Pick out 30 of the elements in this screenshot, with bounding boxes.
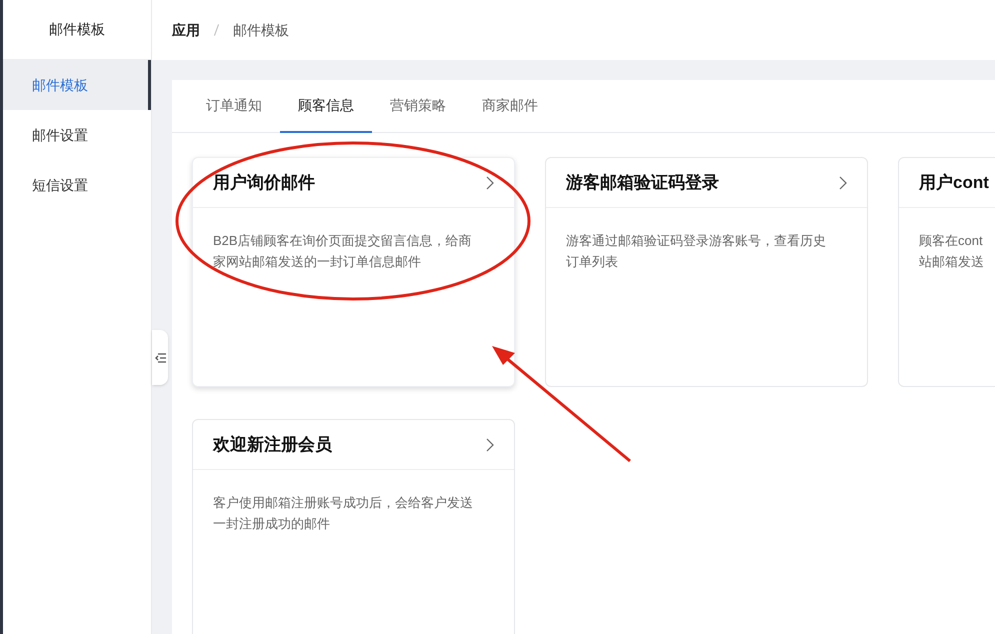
card-title: 用户询价邮件 <box>213 172 315 194</box>
chevron-right-icon <box>486 176 494 190</box>
tab[interactable]: 商家邮件 <box>464 80 556 133</box>
template-card[interactable]: 游客邮箱验证码登录 游客通过邮箱验证码登录游客账号，查看历史 订单列表 <box>545 157 868 387</box>
tab[interactable]: 订单通知 <box>188 80 280 133</box>
card-description-line: 游客通过邮箱验证码登录游客账号，查看历史 <box>566 232 827 250</box>
tab[interactable]: 顾客信息 <box>280 80 372 133</box>
sidebar-item[interactable]: 邮件模板 <box>3 60 151 110</box>
chevron-right-icon <box>486 438 494 452</box>
template-card[interactable]: 用户询价邮件 B2B店铺顾客在询价页面提交留言信息，给商 家网站邮箱发送的一封订单信息邮件 <box>192 157 515 387</box>
sidebar-item[interactable]: 邮件设置 <box>3 110 151 160</box>
collapse-icon <box>154 352 166 362</box>
chevron-right-icon <box>839 176 847 190</box>
card-description-line: 一封注册成功的邮件 <box>213 515 331 533</box>
breadcrumb-item: 邮件模板 <box>233 20 289 40</box>
card-description-line: 顾客在cont <box>919 232 984 250</box>
card-description-line: B2B店铺顾客在询价页面提交留言信息，给商 <box>213 232 473 250</box>
collapse-handle[interactable] <box>152 330 168 385</box>
template-card[interactable]: 欢迎新注册会员 客户使用邮箱注册账号成功后，会给客户发送 一封注册成功的邮件 <box>192 419 515 634</box>
card-description-line: 站邮箱发送 <box>919 253 985 271</box>
breadcrumb-item[interactable]: 应用 <box>172 20 200 40</box>
tab[interactable]: 营销策略 <box>372 80 464 133</box>
card-description-line: 客户使用邮箱注册账号成功后，会给客户发送 <box>213 494 474 512</box>
sidebar-item[interactable]: 短信设置 <box>3 160 151 210</box>
card-description-line: 订单列表 <box>566 253 619 271</box>
card-title: 游客邮箱验证码登录 <box>566 172 719 194</box>
card-title: 用户cont <box>919 172 989 194</box>
card-title: 欢迎新注册会员 <box>213 434 332 456</box>
template-card[interactable]: 用户cont 顾客在cont 站邮箱发送 <box>898 157 995 387</box>
card-description-line: 家网站邮箱发送的一封订单信息邮件 <box>213 253 422 271</box>
